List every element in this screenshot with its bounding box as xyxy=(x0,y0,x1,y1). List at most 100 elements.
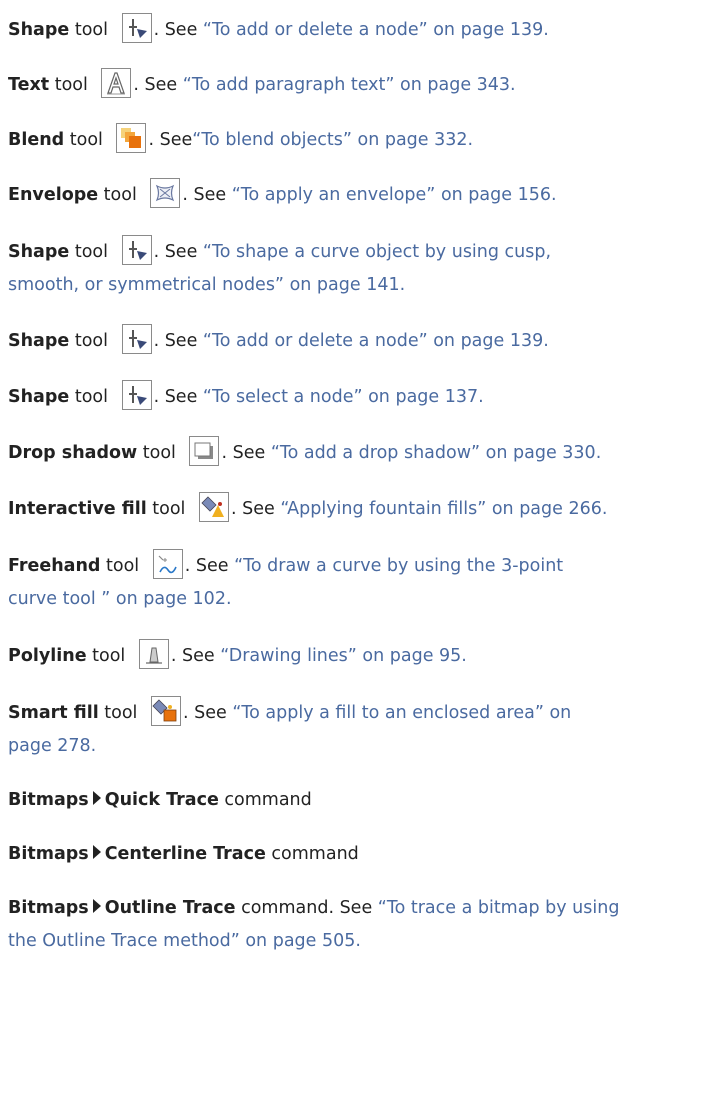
menu-command-entry: Bitmaps Outline Trace command. See “To tr… xyxy=(8,892,720,958)
entry-line: Shape tool . See “To add or delete a nod… xyxy=(8,13,720,47)
cross-reference-link[interactable]: “To add or delete a node” on page 139. xyxy=(203,20,549,40)
menu-command-entry: Bitmaps Quick Trace command xyxy=(8,784,720,817)
cross-reference-link[interactable]: “To trace a bitmap by using xyxy=(378,898,620,918)
tool-suffix: tool xyxy=(98,185,137,205)
see-text: . See xyxy=(182,185,232,205)
command-suffix: command xyxy=(265,844,359,864)
tool-name: Shape xyxy=(8,331,70,351)
tool-suffix: tool xyxy=(49,75,88,95)
menu-name: Bitmaps xyxy=(8,898,89,918)
cross-reference-link[interactable]: “To select a node” on page 137. xyxy=(203,387,484,407)
tool-suffix: tool xyxy=(69,387,108,407)
tool-name: Shape xyxy=(8,242,70,262)
entry-line: Bitmaps Outline Trace command. See “To tr… xyxy=(8,892,720,925)
entry-line: Shape tool . See “To add or delete a nod… xyxy=(8,324,720,358)
see-text: . See xyxy=(133,75,183,95)
cross-reference-link[interactable]: “To shape a curve object by using cusp, xyxy=(203,242,551,262)
cross-reference-link[interactable]: “To apply a fill to an enclosed area” on xyxy=(232,703,571,723)
cross-reference-link-continued[interactable]: curve tool ” on page 102. xyxy=(8,583,720,616)
doc-entry: Interactive fill tool . See “Applying fo… xyxy=(8,492,720,526)
see-text: . See xyxy=(153,331,203,351)
shape-tool-icon xyxy=(121,380,152,410)
polyline-tool-icon xyxy=(138,639,169,669)
see-text: . See xyxy=(221,443,271,463)
cross-reference-link-continued[interactable]: the Outline Trace method” on page 505. xyxy=(8,925,720,958)
shape-tool-icon xyxy=(121,235,152,265)
cross-reference-link[interactable]: “To add or delete a node” on page 139. xyxy=(203,331,549,351)
cross-reference-link[interactable]: “To apply an envelope” on page 156. xyxy=(232,185,557,205)
entry-line: Interactive fill tool . See “Applying fo… xyxy=(8,492,720,526)
see-text: . See xyxy=(153,20,203,40)
tool-suffix: tool xyxy=(69,331,108,351)
doc-entry: Text tool . See “To add paragraph text” … xyxy=(8,68,720,102)
entry-line: Smart fill tool . See “To apply a fill t… xyxy=(8,696,720,730)
envelope-tool-icon xyxy=(150,178,181,208)
entry-line: Bitmaps Quick Trace command xyxy=(8,784,720,817)
tool-name: Text xyxy=(8,75,50,95)
doc-entry: Polyline tool . See “Drawing lines” on p… xyxy=(8,639,720,673)
entry-line: Blend tool . See“To blend objects” on pa… xyxy=(8,123,720,157)
tool-suffix: tool xyxy=(69,242,108,262)
entry-line: Text tool . See “To add paragraph text” … xyxy=(8,68,720,102)
command-name: Outline Trace xyxy=(104,898,236,918)
menu-command-entry: Bitmaps Centerline Trace command xyxy=(8,838,720,871)
entry-line: Envelope tool . See “To apply an envelop… xyxy=(8,178,720,212)
cross-reference-link[interactable]: “To draw a curve by using the 3-point xyxy=(234,556,563,576)
see-text: . See xyxy=(170,646,221,666)
command-name: Quick Trace xyxy=(104,790,219,810)
tool-suffix: tool xyxy=(146,499,186,519)
entry-line: Bitmaps Centerline Trace command xyxy=(8,838,720,871)
tool-suffix: tool xyxy=(137,443,176,463)
doc-entry: Drop shadow tool . See “To add a drop sh… xyxy=(8,436,720,470)
menu-arrow-icon xyxy=(92,845,101,859)
menu-name: Bitmaps xyxy=(8,844,89,864)
smart-fill-tool-icon xyxy=(151,696,181,726)
tool-suffix: tool xyxy=(86,646,126,666)
see-text: . See xyxy=(183,703,233,723)
freehand-tool-icon xyxy=(152,549,183,579)
tool-suffix: tool xyxy=(64,130,103,150)
doc-entry: Smart fill tool . See “To apply a fill t… xyxy=(8,696,720,763)
doc-entry: Envelope tool . See “To apply an envelop… xyxy=(8,178,720,212)
text-tool-icon xyxy=(101,68,132,98)
entry-line: Drop shadow tool . See “To add a drop sh… xyxy=(8,436,720,470)
menu-name: Bitmaps xyxy=(8,790,89,810)
doc-entry: Shape tool . See “To select a node” on p… xyxy=(8,380,720,414)
cross-reference-link[interactable]: “Drawing lines” on page 95. xyxy=(220,646,467,666)
interactive-fill-tool-icon xyxy=(199,492,229,522)
menu-arrow-icon xyxy=(92,899,101,913)
see-text: . See xyxy=(231,499,281,519)
shape-tool-icon xyxy=(121,324,152,354)
tool-name: Shape xyxy=(8,20,70,40)
command-suffix: command. See xyxy=(235,898,378,918)
menu-arrow-icon xyxy=(92,791,101,805)
cross-reference-link-continued[interactable]: smooth, or symmetrical nodes” on page 14… xyxy=(8,269,720,302)
see-text: . See xyxy=(153,387,203,407)
tool-name: Shape xyxy=(8,387,70,407)
cross-reference-link[interactable]: “To add a drop shadow” on page 330. xyxy=(271,443,601,463)
tool-name: Smart fill xyxy=(8,703,99,723)
entry-line: Freehand tool . See “To draw a curve by … xyxy=(8,549,720,583)
cross-reference-link[interactable]: “Applying fountain fills” on page 266. xyxy=(280,499,607,519)
cross-reference-link[interactable]: “To add paragraph text” on page 343. xyxy=(183,75,516,95)
entry-line: Shape tool . See “To select a node” on p… xyxy=(8,380,720,414)
see-text: . See xyxy=(148,130,193,150)
command-suffix: command xyxy=(218,790,312,810)
entry-line: Shape tool . See “To shape a curve objec… xyxy=(8,235,720,269)
tool-name: Envelope xyxy=(8,185,99,205)
doc-entry: Shape tool . See “To add or delete a nod… xyxy=(8,324,720,358)
command-name: Centerline Trace xyxy=(104,844,266,864)
doc-entry: Shape tool . See “To add or delete a nod… xyxy=(8,13,720,47)
cross-reference-link[interactable]: “To blend objects” on page 332. xyxy=(192,130,473,150)
blend-tool-icon xyxy=(116,123,147,153)
tool-name: Freehand xyxy=(8,556,101,576)
tool-name: Drop shadow xyxy=(8,443,138,463)
shape-tool-icon xyxy=(121,13,152,43)
entry-line: Polyline tool . See “Drawing lines” on p… xyxy=(8,639,720,673)
tool-name: Blend xyxy=(8,130,65,150)
cross-reference-link-continued[interactable]: page 278. xyxy=(8,730,720,763)
doc-entry: Shape tool . See “To shape a curve objec… xyxy=(8,235,720,302)
see-text: . See xyxy=(153,242,203,262)
see-text: . See xyxy=(184,556,235,576)
tool-suffix: tool xyxy=(98,703,138,723)
